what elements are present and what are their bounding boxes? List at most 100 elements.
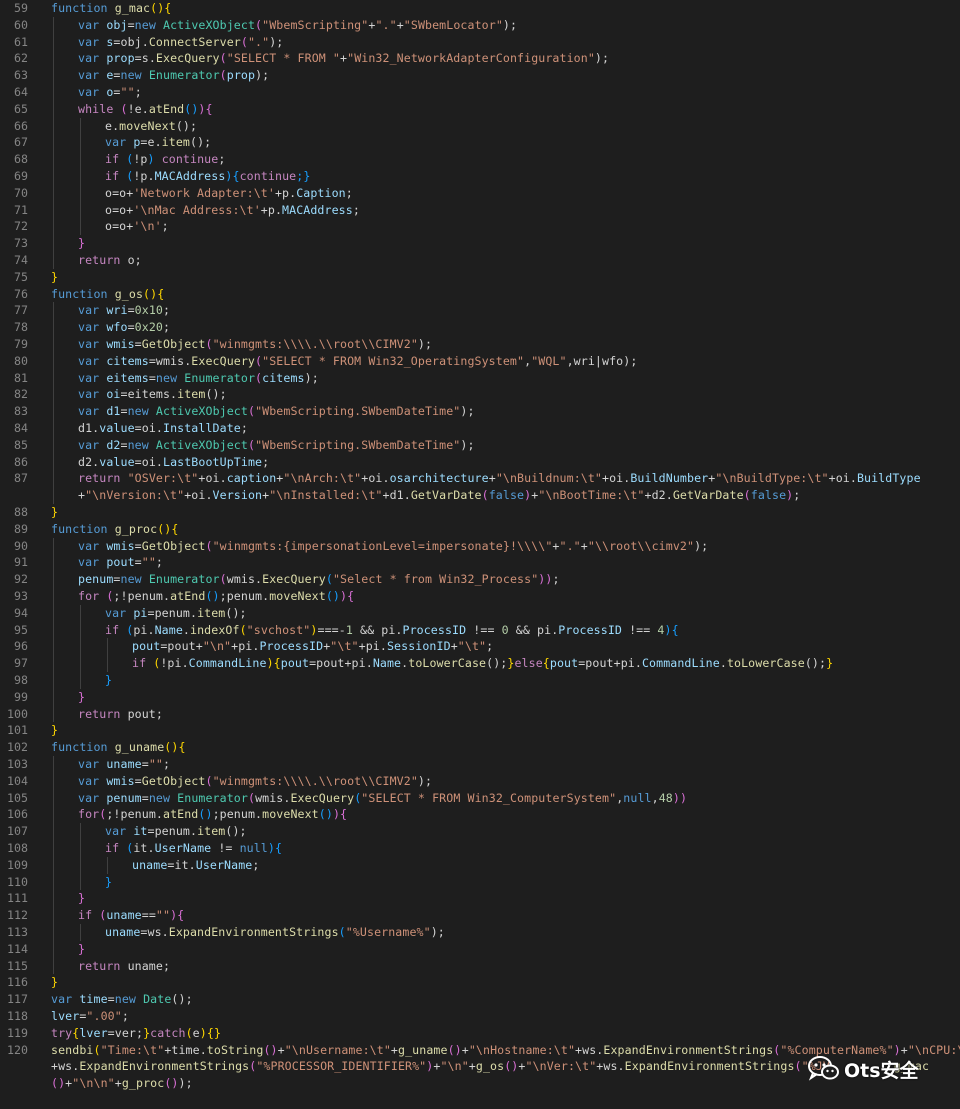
line-number: 92 bbox=[14, 572, 28, 587]
code-token: pout bbox=[280, 656, 310, 671]
code-token: ){ bbox=[340, 589, 355, 603]
code-line[interactable]: 112 if (uname==""){ bbox=[0, 907, 960, 924]
code-token: Enumerator bbox=[141, 68, 220, 83]
code-token: (); bbox=[804, 656, 827, 671]
code-line[interactable]: 115 return uname; bbox=[0, 958, 960, 975]
code-line[interactable]: 77 var wri=0x10; bbox=[0, 302, 960, 319]
code-token: g_proc bbox=[121, 1076, 165, 1091]
code-line[interactable]: 83 var d1=new ActiveXObject("WbemScriptin… bbox=[0, 403, 960, 420]
code-text: var d1=new ActiveXObject("WbemScripting.… bbox=[78, 403, 475, 420]
code-text: pout=pout+"\n"+pi.ProcessID+"\t"+pi.Sess… bbox=[132, 638, 493, 655]
code-line[interactable]: 81 var eitems=new Enumerator(citems); bbox=[0, 370, 960, 387]
code-line[interactable]: 99} bbox=[0, 689, 960, 706]
code-token: ActiveXObject bbox=[148, 404, 248, 419]
code-token: () bbox=[198, 807, 213, 822]
code-token: "\nInstalled:\t" bbox=[269, 488, 383, 503]
code-token: InstallDate bbox=[162, 421, 241, 435]
code-line[interactable]: 107 var it=penum.item(); bbox=[0, 823, 960, 840]
code-line[interactable]: 79 var wmis=GetObject("winmgmts:\\\\.\\ro… bbox=[0, 336, 960, 353]
code-token: for bbox=[78, 807, 100, 822]
code-token: d1. bbox=[78, 421, 100, 435]
code-line[interactable]: 96 pout=pout+"\n"+pi.ProcessID+"\t"+pi.Se… bbox=[0, 638, 960, 655]
code-line[interactable]: 100 return pout; bbox=[0, 706, 960, 723]
code-line[interactable]: 114} bbox=[0, 941, 960, 958]
code-token: function bbox=[51, 1, 108, 15]
code-line[interactable]: 73} bbox=[0, 235, 960, 252]
code-line[interactable]: 75} bbox=[0, 269, 960, 286]
code-line[interactable]: 59 function g_mac(){ bbox=[0, 0, 960, 17]
code-line[interactable]: 69 if (!p.MACAddress){continue;} bbox=[0, 168, 960, 185]
code-line[interactable]: 105 var penum=new Enumerator(wmis.ExecQue… bbox=[0, 790, 960, 807]
code-line[interactable]: 63 var e=new Enumerator(prop); bbox=[0, 67, 960, 84]
code-token: GetVarDate bbox=[410, 488, 482, 503]
code-line[interactable]: 108 if (it.UserName != null){ bbox=[0, 840, 960, 857]
code-line[interactable]: 86 d2.value=oi.LastBootUpTime; bbox=[0, 454, 960, 471]
code-token: g_uname bbox=[107, 740, 165, 755]
code-token: )) bbox=[672, 790, 688, 805]
code-line[interactable]: 117 var time=new Date(); bbox=[0, 991, 960, 1008]
code-line[interactable]: 88} bbox=[0, 504, 960, 521]
code-line[interactable]: 119 try{lver=ver;}catch(e){} bbox=[0, 1025, 960, 1042]
code-token: citems bbox=[262, 370, 305, 385]
code-line[interactable]: 91 var pout=""; bbox=[0, 554, 960, 571]
code-line[interactable]: 103 var uname=""; bbox=[0, 756, 960, 773]
code-token: o; bbox=[120, 253, 142, 267]
code-token: ); bbox=[255, 68, 270, 83]
code-token: + bbox=[488, 471, 496, 486]
code-line[interactable]: 61 var s=obj.ConnectServer("."); bbox=[0, 34, 960, 51]
code-token: = bbox=[113, 572, 121, 587]
code-line[interactable]: 116} bbox=[0, 974, 960, 991]
code-line[interactable]: 106 for(;!penum.atEnd();penum.moveNext())… bbox=[0, 806, 960, 823]
code-line[interactable]: 98} bbox=[0, 672, 960, 689]
code-line[interactable]: 87 return "OSVer:\t"+oi.caption+"\nArch:\… bbox=[0, 470, 960, 487]
code-token: uname; bbox=[120, 958, 171, 973]
code-line[interactable]: 60 var obj=new ActiveXObject("WbemScripti… bbox=[0, 17, 960, 34]
code-line[interactable]: 110} bbox=[0, 874, 960, 891]
code-line[interactable]: 67 var p=e.item(); bbox=[0, 134, 960, 151]
code-token: d2 bbox=[99, 437, 121, 452]
code-line[interactable]: 113 uname=ws.ExpandEnvironmentStrings("%U… bbox=[0, 924, 960, 941]
code-token: ;!penum. bbox=[113, 589, 171, 603]
code-token: ); bbox=[430, 925, 445, 939]
code-line[interactable]: 85 var d2=new ActiveXObject("WbemScriptin… bbox=[0, 437, 960, 454]
code-line[interactable]: 68 if (!p) continue; bbox=[0, 151, 960, 168]
code-line[interactable]: 70 o=o+'Network Adapter:\t'+p.Caption; bbox=[0, 185, 960, 202]
code-line[interactable]: 89 function g_proc(){ bbox=[0, 521, 960, 538]
code-editor[interactable]: 59 function g_mac(){60 var obj=new ActiveX… bbox=[0, 0, 960, 1109]
code-line[interactable]: 109 uname=it.UserName; bbox=[0, 857, 960, 874]
code-line[interactable]: 71 o=o+'\nMac Address:\t'+p.MACAddress; bbox=[0, 202, 960, 219]
code-token: wmis. bbox=[255, 790, 291, 805]
code-line[interactable]: 90 var wmis=GetObject("winmgmts:{imperson… bbox=[0, 538, 960, 555]
code-line[interactable]: 65 while (!e.atEnd()){ bbox=[0, 101, 960, 118]
code-line[interactable]: 118 lver=".00"; bbox=[0, 1008, 960, 1025]
code-line[interactable]: 104 var wmis=GetObject("winmgmts:\\\\.\\r… bbox=[0, 773, 960, 790]
code-token: ( bbox=[325, 572, 333, 587]
code-line[interactable]: 62 var prop=s.ExecQuery("SELECT * FROM "+… bbox=[0, 50, 960, 67]
code-line[interactable]: 95 if (pi.Name.indexOf("svchost")===-1 &&… bbox=[0, 622, 960, 639]
code-line[interactable]: 76 function g_os(){ bbox=[0, 286, 960, 303]
code-token: ); bbox=[594, 51, 610, 66]
code-line[interactable]: 74 return o; bbox=[0, 252, 960, 269]
code-line[interactable]: 94 var pi=penum.item(); bbox=[0, 605, 960, 622]
code-line[interactable]: 93 for (;!penum.atEnd();penum.moveNext())… bbox=[0, 588, 960, 605]
code-line[interactable]: +"\nVersion:\t"+oi.Version+"\nInstalled:… bbox=[0, 487, 960, 504]
code-token: "SWbemLocator" bbox=[403, 17, 503, 32]
code-line[interactable]: 111} bbox=[0, 890, 960, 907]
code-line[interactable]: 101} bbox=[0, 722, 960, 739]
code-line[interactable]: 66 e.moveNext(); bbox=[0, 118, 960, 135]
code-line[interactable]: 72 o=o+'\n'; bbox=[0, 218, 960, 235]
code-line[interactable]: 102 function g_uname(){ bbox=[0, 739, 960, 756]
indent-guide bbox=[53, 856, 54, 874]
code-line[interactable]: 97 if (!pi.CommandLine){pout=pout+pi.Name… bbox=[0, 655, 960, 672]
code-line[interactable]: 64 var o=""; bbox=[0, 84, 960, 101]
code-token: LastBootUpTime bbox=[162, 454, 263, 469]
code-line[interactable]: 92 penum=new Enumerator(wmis.ExecQuery("S… bbox=[0, 571, 960, 588]
code-line[interactable]: 80 var citems=wmis.ExecQuery("SELECT * FR… bbox=[0, 353, 960, 370]
code-token: +oi. bbox=[361, 471, 390, 486]
code-token: ) bbox=[225, 169, 233, 183]
code-token: var bbox=[78, 370, 100, 385]
code-line[interactable]: 82 var oi=eitems.item(); bbox=[0, 386, 960, 403]
code-line[interactable]: 84 d1.value=oi.InstallDate; bbox=[0, 420, 960, 437]
code-token: +ws. bbox=[596, 1059, 625, 1074]
code-line[interactable]: 78 var wfo=0x20; bbox=[0, 319, 960, 336]
